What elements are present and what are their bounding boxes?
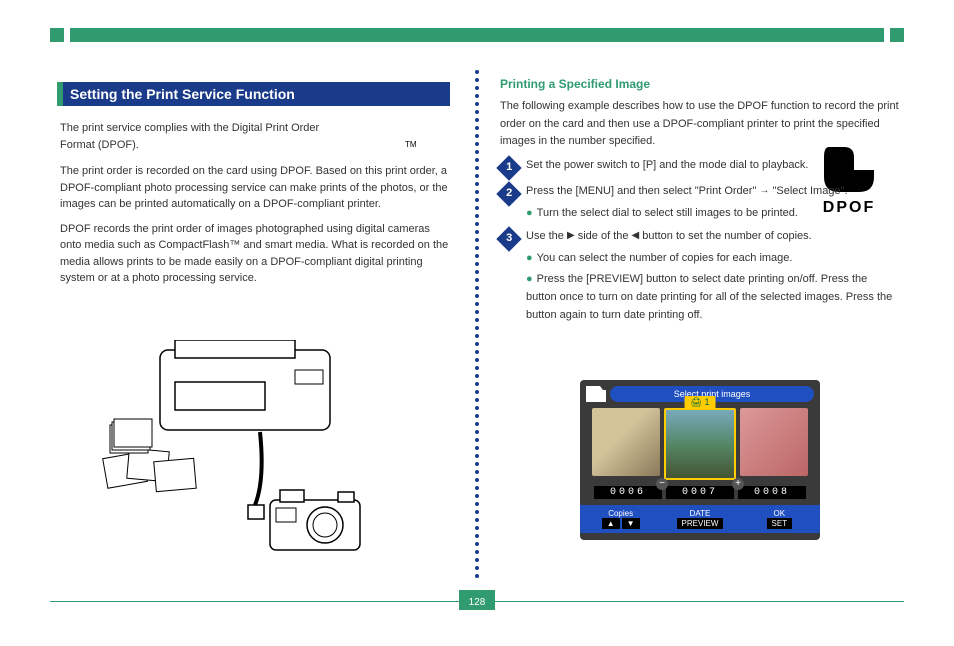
plus-icon: + bbox=[732, 478, 744, 490]
step-3-text: Use the ▶ side of the ◀ button to set th… bbox=[526, 228, 900, 324]
triangle-right-icon: ▶ bbox=[567, 230, 575, 241]
step-number-2: 2 bbox=[496, 181, 521, 206]
step-1: 1 Set the power switch to [P] and the mo… bbox=[500, 157, 900, 177]
bullet-icon: ● bbox=[526, 273, 533, 285]
footer-copies: Copies ▲ ▼ bbox=[586, 509, 655, 529]
footer-date: DATE PREVIEW bbox=[665, 509, 734, 529]
right-column: Printing a Specified Image The following… bbox=[500, 75, 900, 330]
arrow-right-icon: → bbox=[759, 185, 769, 196]
page-number: 128 bbox=[469, 597, 486, 608]
thumbnail-3 bbox=[740, 408, 808, 476]
right-intro: The following example describes how to u… bbox=[500, 98, 900, 151]
bullet-icon: ● bbox=[526, 252, 533, 264]
intro-text: The print service complies with the Digi… bbox=[60, 120, 320, 153]
thumbnail-2-selected: 🖨 1 bbox=[664, 408, 736, 480]
up-button-icon: ▲ bbox=[602, 518, 620, 529]
printer-camera-illustration bbox=[100, 340, 380, 570]
counter-row: 0006 0007 0008 bbox=[580, 486, 820, 499]
footer-ok: OK SET bbox=[745, 509, 814, 529]
counter-3: 0008 bbox=[738, 486, 806, 499]
column-divider bbox=[475, 70, 479, 586]
thumbnail-1 bbox=[592, 408, 660, 476]
bullet-icon: ● bbox=[526, 207, 533, 219]
step-2-text: Press the [MENU] and then select "Print … bbox=[526, 183, 900, 222]
step-number-3: 3 bbox=[496, 226, 521, 251]
step-1-text: Set the power switch to [P] and the mode… bbox=[526, 157, 900, 177]
step-2: 2 Press the [MENU] and then select "Prin… bbox=[500, 183, 900, 222]
top-decorative-bar bbox=[50, 28, 904, 42]
section-title: Setting the Print Service Function bbox=[70, 86, 295, 102]
right-heading: Printing a Specified Image bbox=[500, 75, 900, 94]
print-count-badge: 🖨 1 bbox=[685, 396, 716, 409]
print-icon bbox=[586, 386, 606, 402]
down-button-icon: ▼ bbox=[622, 518, 640, 529]
left-column: The print service complies with the Digi… bbox=[60, 120, 450, 287]
counter-1: 0006 bbox=[594, 486, 662, 499]
paragraph-1: The print order is recorded on the card … bbox=[60, 163, 450, 213]
lcd-footer: Copies ▲ ▼ DATE PREVIEW OK SET bbox=[580, 505, 820, 533]
camera-lcd-screenshot: Select print images 🖨 1 − + 0006 0007 00… bbox=[580, 380, 820, 540]
section-header: Setting the Print Service Function bbox=[60, 82, 450, 106]
step-number-1: 1 bbox=[496, 155, 521, 180]
paragraph-2: DPOF records the print order of images p… bbox=[60, 221, 450, 287]
lcd-thumbnails: 🖨 1 bbox=[580, 402, 820, 486]
counter-2: 0007 bbox=[666, 486, 734, 499]
minus-icon: − bbox=[656, 478, 668, 490]
step-3: 3 Use the ▶ side of the ◀ button to set … bbox=[500, 228, 900, 324]
